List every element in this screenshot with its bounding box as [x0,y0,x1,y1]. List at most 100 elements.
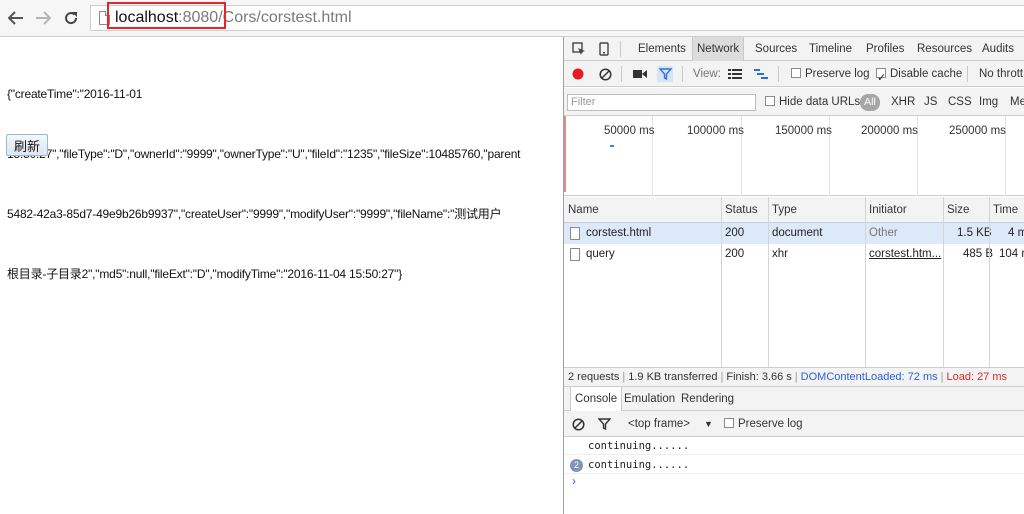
hide-data-urls-checkbox[interactable]: Hide data URLs [765,88,860,116]
console-message: 2 continuing...... [564,456,1024,474]
url-path: /Cors/corstest.html [218,9,352,26]
preserve-log-checkbox[interactable]: Preserve log [791,61,870,87]
console-message: continuing...... [564,437,1024,455]
console-preserve-log-label: Preserve log [738,418,803,430]
back-arrow-icon[interactable] [5,7,27,29]
checkbox-icon [765,96,775,106]
timeline-request-bar [610,145,614,147]
timeline-label: 150000 ms [775,125,832,137]
request-name[interactable]: corstest.html [582,223,651,244]
page-content: {"createTime":"2016-11-01 15:50:27","fil… [0,37,563,514]
request-size: 485 B [963,248,994,260]
filter-js[interactable]: JS [924,88,937,116]
request-size: 1.5 KB [957,227,992,239]
timeline-label: 100000 ms [687,125,744,137]
request-status: 200 [725,248,745,260]
frame-select[interactable]: <top frame> ▼ [628,411,713,437]
toolbar-separator [620,41,621,57]
throttling-select[interactable]: No thrott [979,61,1023,87]
json-response-text: {"createTime":"2016-11-01 15:50:27","fil… [7,44,563,324]
request-initiator-link[interactable]: corstest.htm... [865,244,943,265]
request-initiator: Other [869,227,898,239]
tab-elements[interactable]: Elements [634,37,690,61]
summary-finish: Finish: 3.66 s [726,371,792,383]
filter-icon[interactable] [596,416,612,432]
json-line: 根目录-子目录2","md5":null,"fileExt":"D","modi… [7,267,403,281]
tab-console[interactable]: Console [570,387,623,411]
filter-input[interactable]: Filter [567,94,756,111]
summary-requests: 2 requests [568,371,620,383]
column-size[interactable]: Size [943,197,969,223]
disable-cache-label: Disable cache [890,68,963,80]
device-mode-icon[interactable] [596,41,612,57]
column-type[interactable]: Type [768,197,797,223]
toolbar-separator [621,66,622,82]
timeline-overview[interactable]: 50000 ms 100000 ms 150000 ms 200000 ms 2… [564,116,1024,196]
large-rows-icon[interactable] [727,66,743,82]
url-highlight-box [107,2,226,29]
tab-profiles[interactable]: Profiles [862,37,908,61]
camera-icon[interactable] [632,66,648,82]
toolbar-separator [778,66,779,82]
column-initiator[interactable]: Initiator [865,197,907,223]
devtools-panel: Elements Network Sources Timeline Profil… [563,37,1024,514]
toolbar-separator [967,66,968,82]
tab-audits[interactable]: Audits [978,37,1018,61]
preserve-log-label: Preserve log [805,68,870,80]
column-divider [768,197,769,372]
browser-toolbar: localhost:8080/Cors/corstest.html [0,0,1024,37]
table-row[interactable]: corstest.html 200 document Other 1.5 KB … [564,223,1024,244]
filter-css[interactable]: CSS [948,88,972,116]
request-name[interactable]: query [582,244,615,265]
tab-emulation[interactable]: Emulation [620,387,679,411]
column-status[interactable]: Status [721,197,758,223]
address-bar[interactable]: localhost:8080/Cors/corstest.html [90,2,1024,31]
refresh-button[interactable]: 刷新 [6,134,48,156]
timeline-label: 50000 ms [604,125,655,137]
json-line: 15:50:27","fileType":"D","ownerId":"9999… [7,147,521,161]
timeline-load-marker [564,116,566,192]
clear-icon[interactable] [597,66,613,82]
document-icon [570,248,580,261]
table-row[interactable]: query 200 xhr corstest.htm... 485 B 104 … [564,244,1024,265]
record-icon[interactable] [570,66,586,82]
column-time[interactable]: Time [989,197,1018,223]
tab-timeline[interactable]: Timeline [805,37,856,61]
timeline-label: 200000 ms [861,125,918,137]
network-summary-bar: 2 requests | 1.9 KB transferred | Finish: 3.… [564,367,1024,387]
request-type: xhr [772,248,788,260]
clear-console-icon[interactable] [570,416,586,432]
filter-xhr[interactable]: XHR [891,88,915,116]
checkbox-icon [791,68,801,78]
filter-all[interactable]: All [860,94,880,111]
frame-select-value: <top frame> [628,418,691,430]
filter-bar: Filter Hide data URLs All XHR JS CSS Img… [564,88,1024,116]
hide-data-urls-label: Hide data URLs [779,96,861,108]
inspect-element-icon[interactable] [571,41,587,57]
json-line: 5482-42a3-85d7-49e9b26b9937","createUser… [7,207,502,221]
console-message-text: continuing...... [588,459,690,471]
forward-arrow-icon[interactable] [32,7,54,29]
console-prompt[interactable]: › [572,474,576,488]
view-label: View: [693,68,721,80]
summary-load: Load: 27 ms [946,371,1008,383]
checkbox-icon [724,418,734,428]
summary-transferred: 1.9 KB transferred [628,371,718,383]
column-divider [721,197,722,372]
filter-media[interactable]: Me [1010,88,1024,116]
checkbox-checked-icon [876,65,886,91]
filter-img[interactable]: Img [979,88,998,116]
tab-resources[interactable]: Resources [913,37,976,61]
column-name[interactable]: Name [564,197,599,223]
console-message-text: continuing...... [588,440,690,452]
disable-cache-checkbox[interactable]: Disable cache [876,61,963,91]
filter-icon[interactable] [657,66,673,82]
tab-network[interactable]: Network [692,37,745,61]
overview-icon[interactable] [753,66,769,82]
reload-icon[interactable] [60,7,82,29]
column-divider [989,197,990,372]
tab-sources[interactable]: Sources [751,37,801,61]
column-divider [943,197,944,372]
console-preserve-log-checkbox[interactable]: Preserve log [724,411,803,437]
tab-rendering[interactable]: Rendering [677,387,738,411]
